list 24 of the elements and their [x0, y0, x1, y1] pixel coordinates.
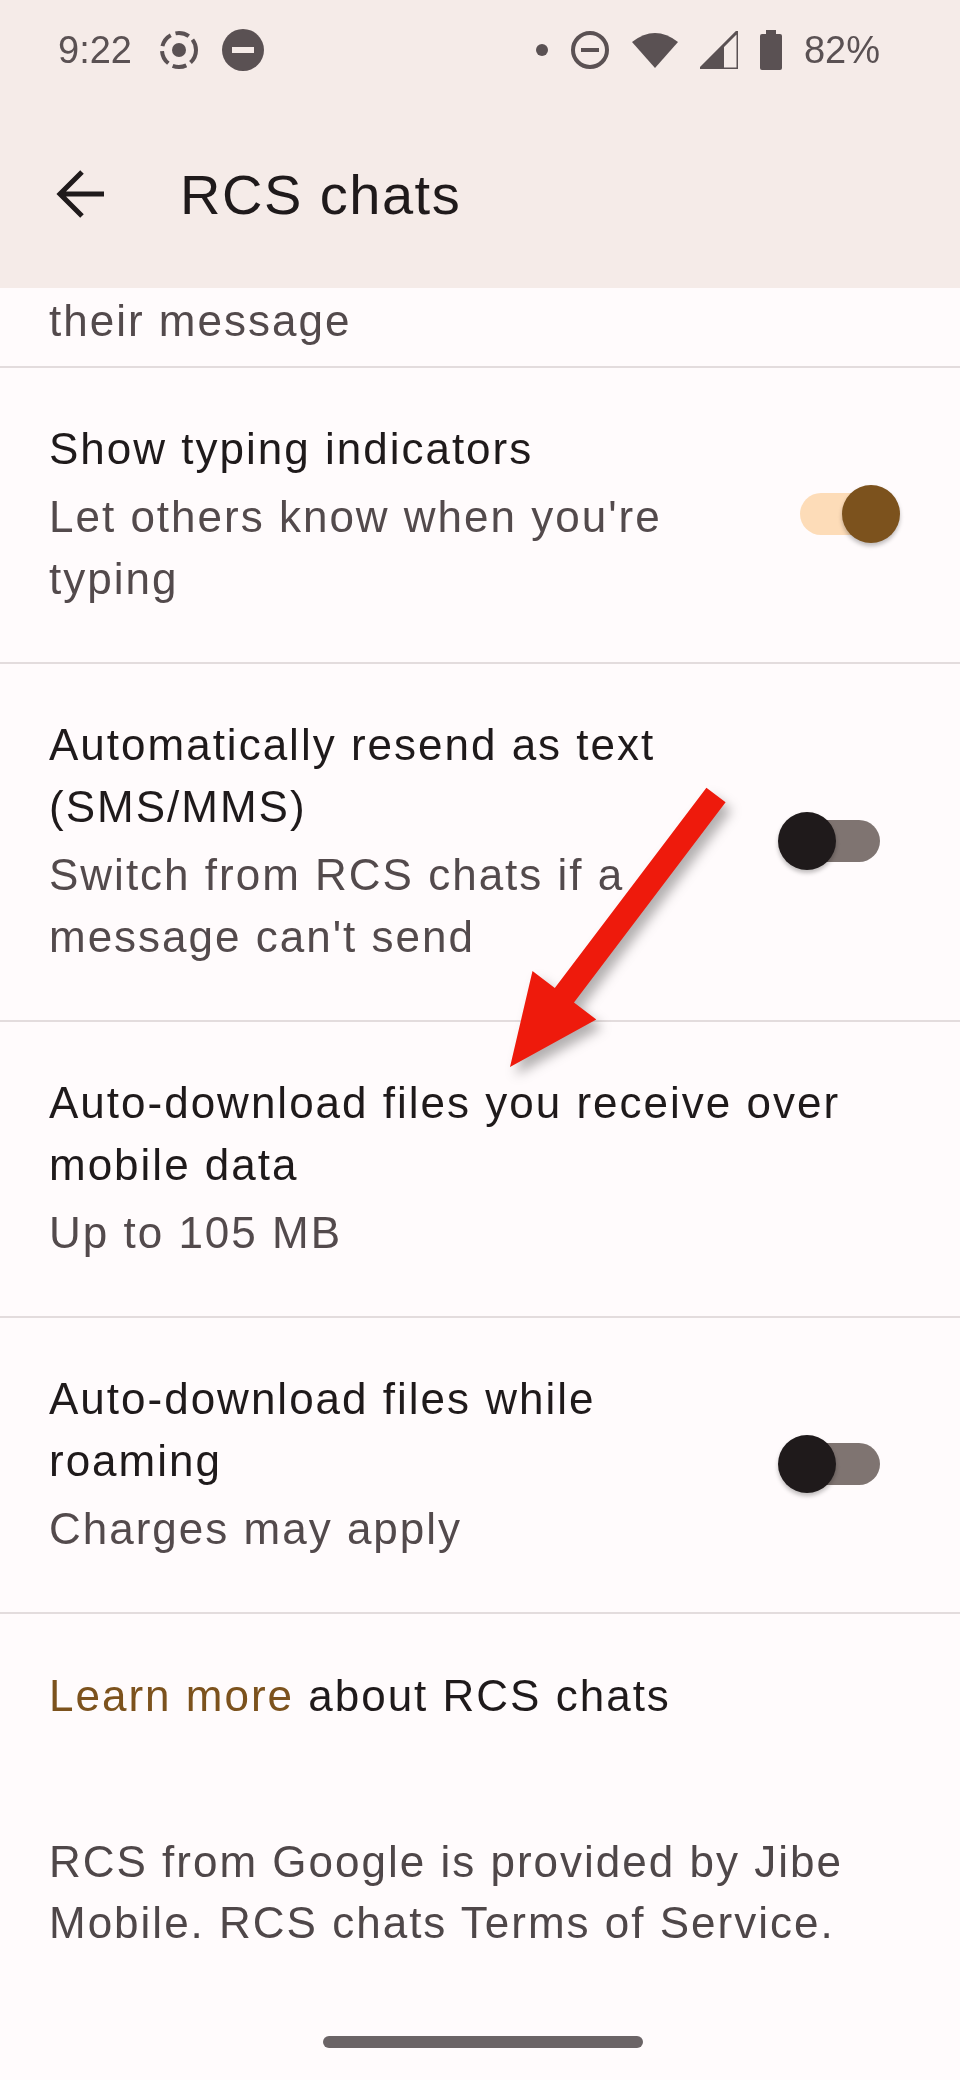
- do-not-disturb-icon: [569, 30, 610, 70]
- setting-row[interactable]: Show typing indicators Let others know when you're typing: [0, 368, 960, 664]
- do-not-disturb-icon: [221, 29, 264, 71]
- battery-icon: [759, 30, 782, 70]
- radio-icon: [157, 29, 200, 71]
- page-title: RCS chats: [180, 161, 462, 227]
- battery-percentage: 82%: [803, 28, 880, 72]
- setting-description: Switch from RCS chats if a message can't send: [49, 849, 626, 963]
- setting-description: their message: [49, 295, 352, 347]
- setting-title: Automatically resend as text (SMS/MMS): [49, 719, 657, 833]
- setting-description: Charges may apply: [49, 1503, 464, 1555]
- learn-more-text: Learn more about RCS chats: [49, 1670, 672, 1722]
- setting-description: Up to 105 MB: [49, 1207, 344, 1259]
- status-time: 9:22: [58, 28, 132, 72]
- wifi-icon: [631, 32, 678, 68]
- signal-icon: [699, 31, 738, 69]
- setting-row[interactable]: Auto-download files while roaming Charges may apply: [0, 1318, 960, 1614]
- learn-more-link[interactable]: Learn more: [49, 1671, 294, 1720]
- setting-title: Show typing indicators: [49, 423, 535, 475]
- setting-title: Auto-download files you receive over mobile data: [49, 1077, 842, 1191]
- legal-text: RCS from Google is provided by Jibe Mobile. RCS chats Terms of Service.: [49, 1836, 844, 1949]
- setting-description: Let others know when you're typing: [49, 491, 663, 605]
- dot-icon: [535, 44, 548, 56]
- setting-title: Auto-download files while roaming: [49, 1373, 597, 1487]
